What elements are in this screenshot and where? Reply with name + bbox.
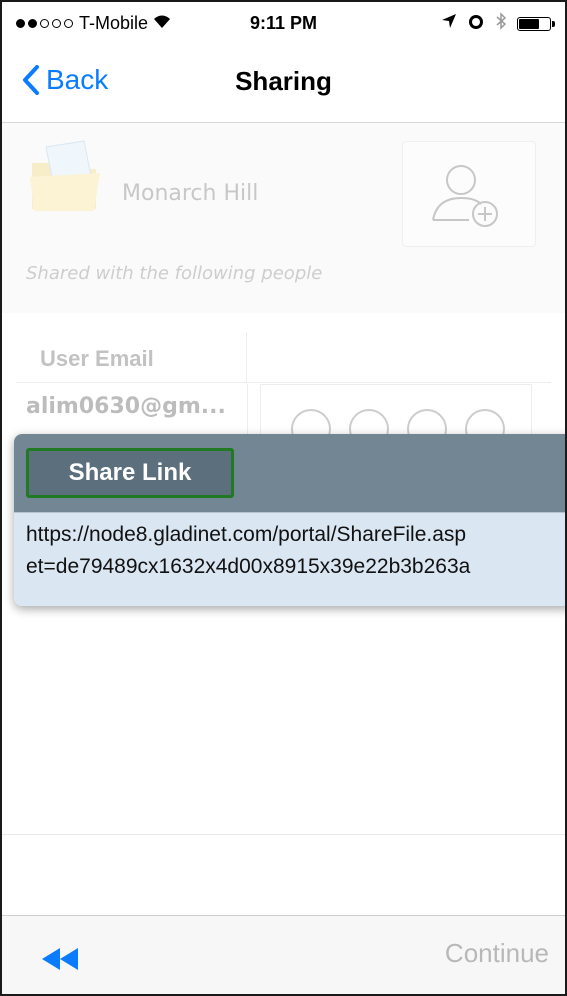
- rewind-button[interactable]: [38, 946, 82, 972]
- folder-icon: [26, 137, 106, 217]
- navigation-bar: Back Sharing: [2, 42, 565, 123]
- app-frame: T-Mobile 9:11 PM Back Sharing Monarch Hi…: [0, 0, 567, 996]
- page-title: Sharing: [235, 66, 332, 96]
- rewind-icon: [42, 948, 78, 970]
- divider: [2, 834, 565, 835]
- add-user-icon: [432, 165, 498, 227]
- folder-header: Monarch Hill Shared with the following p…: [2, 123, 565, 313]
- battery-icon: [517, 16, 555, 31]
- status-bar: T-Mobile 9:11 PM: [2, 2, 565, 42]
- status-icons: [441, 12, 555, 35]
- share-link-popup: Share Link https://node8.gladinet.com/po…: [14, 434, 565, 606]
- share-link-popup-header: Share Link: [14, 434, 565, 512]
- shared-note: Shared with the following people: [26, 263, 323, 284]
- alarm-icon: [467, 12, 485, 35]
- share-link-url-line2: et=de79489cx1632x4d00x8915x39e22b3b263a: [26, 555, 471, 578]
- location-icon: [441, 13, 457, 34]
- share-link-url-field[interactable]: https://node8.gladinet.com/portal/ShareF…: [14, 512, 565, 606]
- add-user-button[interactable]: [402, 141, 536, 247]
- share-link-url: https://node8.gladinet.com/portal/ShareF…: [26, 519, 565, 583]
- column-header-email-label: User Email: [40, 346, 154, 371]
- battery-level: [519, 18, 539, 29]
- column-header-actions: [247, 332, 551, 383]
- share-link-url-line1: https://node8.gladinet.com/portal/ShareF…: [26, 523, 467, 546]
- bottom-toolbar: Continue: [2, 915, 565, 994]
- share-link-button[interactable]: Share Link: [26, 448, 234, 498]
- bluetooth-icon: [495, 12, 507, 35]
- user-email-cell: alim0630@gm...: [26, 394, 226, 419]
- column-header-email: User Email: [16, 332, 247, 383]
- folder-name: Monarch Hill: [122, 181, 259, 206]
- continue-button[interactable]: Continue: [445, 938, 549, 969]
